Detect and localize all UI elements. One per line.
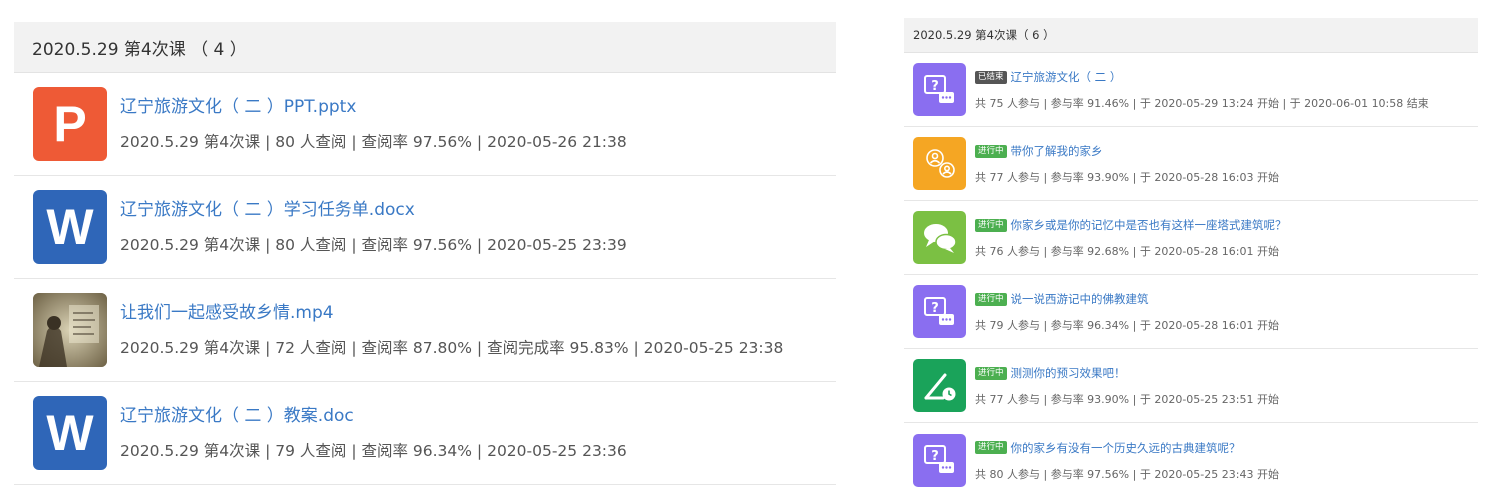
- word-icon: W: [33, 396, 107, 470]
- course-files-panel: 2020.5.29 第4次课 （ 4 ） P 辽宁旅游文化（ 二 ）PPT.pp…: [14, 22, 836, 498]
- activity-row[interactable]: ? 进行中 说一说西游记中的佛教建筑 共 79 人参与 | 参与率 96.34%…: [904, 275, 1478, 349]
- section-title: 2020.5.29 第4次课 （ 4 ）: [32, 39, 247, 60]
- activity-meta: 共 75 人参与 | 参与率 91.46% | 于 2020-05-29 13:…: [975, 97, 1429, 110]
- svg-text:?: ?: [931, 449, 939, 464]
- activity-meta: 共 77 人参与 | 参与率 93.90% | 于 2020-05-28 16:…: [975, 171, 1279, 184]
- activities-section-header[interactable]: 2020.5.29 第4次课（ 6 ）: [904, 18, 1478, 53]
- activity-meta: 共 77 人参与 | 参与率 93.90% | 于 2020-05-25 23:…: [975, 393, 1279, 406]
- activity-row[interactable]: 进行中 你家乡或是你的记忆中是否也有这样一座塔式建筑呢？ 共 76 人参与 | …: [904, 201, 1478, 275]
- file-row-ppt[interactable]: P 辽宁旅游文化（ 二 ）PPT.pptx 2020.5.29 第4次课 | 8…: [14, 73, 836, 176]
- activity-meta: 共 79 人参与 | 参与率 96.34% | 于 2020-05-28 16:…: [975, 319, 1279, 332]
- course-activities-panel: 2020.5.29 第4次课（ 6 ） ? 已结束 辽宁旅游文化（ 二 ） 共 …: [904, 18, 1478, 496]
- status-badge: 已结束: [975, 70, 1007, 84]
- status-badge: 进行中: [975, 144, 1007, 158]
- status-badge: 进行中: [975, 366, 1007, 380]
- activity-meta: 共 76 人参与 | 参与率 92.68% | 于 2020-05-28 16:…: [975, 245, 1279, 258]
- status-badge: 进行中: [975, 441, 1007, 454]
- question-icon: ?: [913, 285, 966, 338]
- file-row-doc[interactable]: W 辽宁旅游文化（ 二 ）教案.doc 2020.5.29 第4次课 | 79 …: [14, 382, 836, 485]
- activity-title-link[interactable]: 辽宁旅游文化（ 二 ）: [1011, 69, 1122, 85]
- activity-title-link[interactable]: 你的家乡有没有一个历史久远的古典建筑呢？: [1011, 440, 1241, 456]
- file-meta: 2020.5.29 第4次课 | 79 人查阅 | 查阅率 96.34% | 2…: [120, 441, 627, 460]
- activity-row[interactable]: ? 已结束 辽宁旅游文化（ 二 ） 共 75 人参与 | 参与率 91.46% …: [904, 53, 1478, 127]
- file-title-link[interactable]: 辽宁旅游文化（ 二 ）学习任务单.docx: [120, 199, 627, 221]
- word-icon: W: [33, 190, 107, 264]
- group-task-icon: [913, 137, 966, 190]
- quiz-icon: [913, 359, 966, 412]
- activity-row[interactable]: 进行中 测测你的预习效果吧！ 共 77 人参与 | 参与率 93.90% | 于…: [904, 349, 1478, 423]
- file-row-docx[interactable]: W 辽宁旅游文化（ 二 ）学习任务单.docx 2020.5.29 第4次课 |…: [14, 176, 836, 279]
- file-title-link[interactable]: 让我们一起感受故乡情.mp4: [120, 302, 783, 324]
- files-section-header[interactable]: 2020.5.29 第4次课 （ 4 ）: [14, 22, 836, 73]
- activity-title-link[interactable]: 你家乡或是你的记忆中是否也有这样一座塔式建筑呢？: [1011, 217, 1287, 233]
- activity-title-link[interactable]: 测测你的预习效果吧！: [1011, 365, 1126, 381]
- file-meta: 2020.5.29 第4次课 | 80 人查阅 | 查阅率 97.56% | 2…: [120, 235, 627, 254]
- ppt-icon: P: [33, 87, 107, 161]
- svg-text:?: ?: [931, 301, 939, 316]
- activity-meta: 共 80 人参与 | 参与率 97.56% | 于 2020-05-25 23:…: [975, 467, 1279, 481]
- file-row-video[interactable]: 让我们一起感受故乡情.mp4 2020.5.29 第4次课 | 72 人查阅 |…: [14, 279, 836, 382]
- file-title-link[interactable]: 辽宁旅游文化（ 二 ）PPT.pptx: [120, 96, 627, 118]
- video-thumbnail: [33, 293, 107, 367]
- discussion-icon: [913, 211, 966, 264]
- activity-row[interactable]: ? 进行中 你的家乡有没有一个历史久远的古典建筑呢？ 共 80 人参与 | 参与…: [904, 423, 1478, 497]
- file-meta: 2020.5.29 第4次课 | 72 人查阅 | 查阅率 87.80% | 查…: [120, 338, 784, 357]
- activity-row[interactable]: 进行中 带你了解我的家乡 共 77 人参与 | 参与率 93.90% | 于 2…: [904, 127, 1478, 201]
- file-title-link[interactable]: 辽宁旅游文化（ 二 ）教案.doc: [120, 405, 627, 427]
- question-icon: ?: [913, 63, 966, 116]
- question-icon: ?: [913, 433, 966, 487]
- status-badge: 进行中: [975, 218, 1007, 232]
- activity-title-link[interactable]: 说一说西游记中的佛教建筑: [1011, 291, 1149, 307]
- status-badge: 进行中: [975, 292, 1007, 306]
- activity-title-link[interactable]: 带你了解我的家乡: [1011, 143, 1103, 159]
- svg-text:?: ?: [931, 79, 939, 94]
- file-meta: 2020.5.29 第4次课 | 80 人查阅 | 查阅率 97.56% | 2…: [120, 132, 627, 151]
- section-title: 2020.5.29 第4次课（ 6 ）: [913, 28, 1055, 42]
